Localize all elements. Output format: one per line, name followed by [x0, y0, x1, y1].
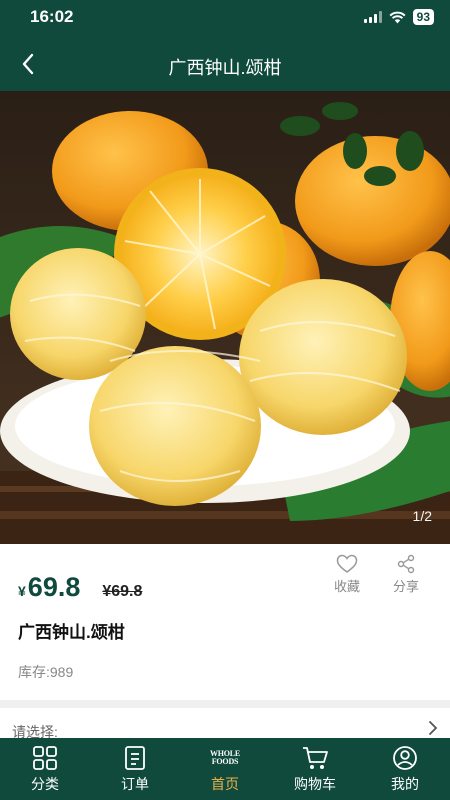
- tab-home-label: 首页: [211, 776, 239, 792]
- status-time: 16:02: [30, 7, 74, 26]
- order-icon: [125, 746, 145, 770]
- chevron-right-icon: [429, 721, 438, 735]
- stock-count: 库存:989: [18, 664, 74, 680]
- favorite-label: 收藏: [333, 579, 360, 594]
- tab-cart[interactable]: 购物车: [270, 738, 360, 800]
- tab-category-label: 分类: [31, 776, 59, 792]
- favorite-button[interactable]: 收藏: [326, 554, 368, 595]
- product-info: ¥ 69.8 ¥69.8 收藏 分享 广西钟山.颂柑 库存:989: [0, 544, 450, 700]
- nav-bar: 广西钟山.颂柑: [0, 36, 450, 91]
- status-bar: 16:02 93: [0, 0, 450, 36]
- tab-profile[interactable]: 我的: [360, 738, 450, 800]
- battery-icon: 93: [412, 9, 434, 25]
- cart-icon: [303, 747, 328, 769]
- page-title: 广西钟山.颂柑: [168, 58, 282, 78]
- tab-orders[interactable]: 订单: [90, 738, 180, 800]
- tab-home[interactable]: WHOLE FOODS 首页: [180, 738, 270, 800]
- currency-symbol: ¥: [18, 583, 26, 599]
- price-row: ¥ 69.8 ¥69.8: [18, 572, 142, 603]
- share-button[interactable]: 分享: [385, 554, 427, 595]
- whole-foods-logo: WHOLE FOODS: [209, 749, 241, 766]
- option-selector[interactable]: 请选择:: [0, 708, 450, 740]
- signal-icon: [363, 11, 382, 23]
- section-divider: [0, 700, 450, 708]
- tab-category[interactable]: 分类: [0, 738, 90, 800]
- grid-icon: [33, 746, 57, 770]
- tab-orders-label: 订单: [121, 776, 149, 792]
- share-label: 分享: [392, 579, 419, 594]
- wifi-icon: [389, 11, 406, 23]
- product-image: [0, 91, 450, 544]
- tab-profile-label: 我的: [391, 776, 419, 792]
- tab-cart-label: 购物车: [294, 776, 336, 792]
- status-indicators: 93: [363, 9, 434, 25]
- bottom-tab-bar: 分类 订单 WHOLE FOODS 首页 购物车 我的: [0, 738, 450, 800]
- heart-icon: [336, 554, 358, 573]
- original-price: ¥69.8: [102, 583, 143, 600]
- product-image-carousel[interactable]: 1/2: [0, 91, 450, 544]
- product-name: 广西钟山.颂柑: [18, 623, 125, 642]
- user-icon: [393, 746, 417, 770]
- carousel-page-indicator: 1/2: [412, 508, 432, 524]
- share-icon: [397, 554, 415, 574]
- current-price: 69.8: [27, 572, 81, 602]
